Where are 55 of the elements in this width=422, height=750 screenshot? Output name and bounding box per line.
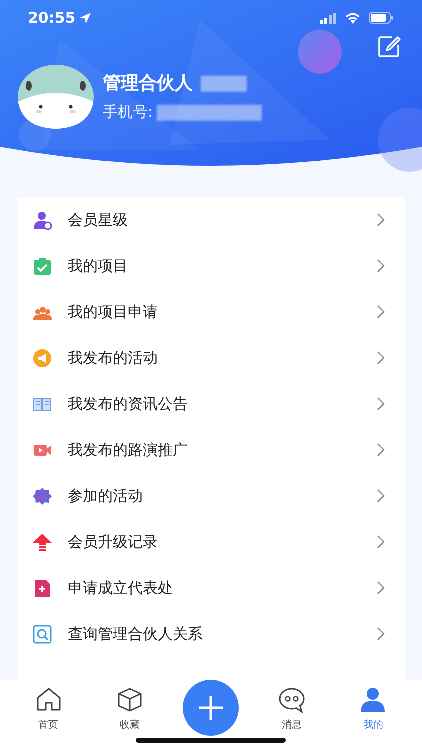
home-icon — [34, 686, 63, 714]
menu-label: 我发布的路演推广 — [68, 440, 189, 461]
tab[interactable]: 收藏 — [116, 686, 144, 733]
location-icon — [80, 12, 91, 24]
chevron-icon — [377, 351, 385, 365]
upload-arrow-icon — [33, 532, 52, 552]
menu-label: 参加的活动 — [68, 486, 144, 507]
badge-check-icon — [33, 486, 52, 506]
chevron-icon — [377, 259, 385, 273]
person-badge-icon — [33, 210, 52, 230]
menu-label: 我的项目申请 — [68, 302, 159, 323]
search-icon — [33, 624, 52, 644]
menu-item[interactable]: 参加的活动 — [17, 473, 405, 519]
chevron-icon — [377, 581, 385, 595]
chat-bubble-icon — [278, 686, 306, 714]
clipboard-check-icon — [33, 256, 52, 276]
document-plus-icon — [33, 578, 52, 598]
redacted-mark — [201, 76, 247, 92]
box-icon — [116, 686, 144, 714]
chevron-icon — [377, 535, 385, 549]
menu-label: 查询管理合伙人关系 — [68, 624, 204, 645]
menu-item[interactable]: 会员星级 — [17, 197, 405, 243]
wifi-icon — [345, 12, 361, 24]
person-icon — [359, 686, 388, 714]
tab[interactable]: 消息 — [278, 686, 306, 733]
menu-label: 我发布的活动 — [68, 348, 159, 369]
menu-item[interactable]: 我发布的活动 — [17, 335, 405, 381]
signal-icon — [320, 12, 337, 24]
edit-icon[interactable] — [378, 36, 402, 58]
battery-icon — [369, 12, 394, 24]
status-time: 20:55 — [28, 8, 76, 29]
menu-item[interactable]: 申请成立代表处 — [17, 565, 405, 611]
tab[interactable]: 我的 — [359, 686, 388, 733]
megaphone-icon — [33, 348, 52, 368]
chevron-icon — [377, 213, 385, 227]
menu-item[interactable]: 我发布的资讯公告 — [17, 381, 405, 427]
menu-label: 会员星级 — [68, 210, 129, 231]
user-name: 管理合伙人 — [103, 72, 193, 96]
menu-label: 我的项目 — [68, 256, 129, 277]
menu-item[interactable]: 我发布的路演推广 — [17, 427, 405, 473]
phone-label: 手机号: — [103, 102, 154, 124]
menu-item[interactable]: 我的项目 — [17, 243, 405, 289]
menu-item[interactable]: 我的项目申请 — [17, 289, 405, 335]
menu-item[interactable]: 查询管理合伙人关系 — [17, 611, 405, 657]
tab[interactable]: 首页 — [34, 686, 63, 733]
menu-label: 我发布的资讯公告 — [68, 394, 189, 415]
chevron-icon — [377, 489, 385, 503]
menu-label: 申请成立代表处 — [68, 578, 174, 599]
menu-label: 会员升级记录 — [68, 532, 159, 553]
chevron-icon — [377, 305, 385, 319]
chevron-icon — [377, 443, 385, 457]
menu-item[interactable]: 会员升级记录 — [17, 519, 405, 565]
chevron-icon — [377, 627, 385, 641]
chevron-icon — [377, 397, 385, 411]
plus-icon — [198, 695, 224, 721]
